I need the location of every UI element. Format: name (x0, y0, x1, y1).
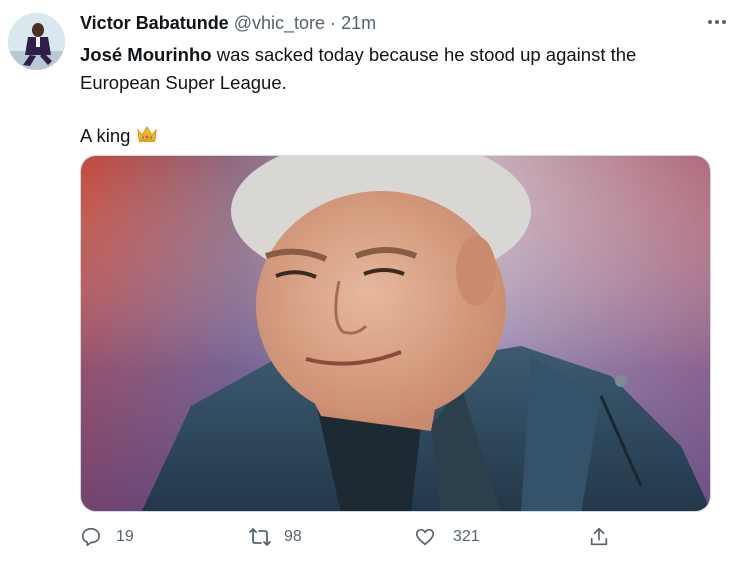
reply-button[interactable]: 19 (80, 526, 134, 548)
tweet-header: Victor Babatunde @vhic_tore · 21m (80, 11, 376, 35)
tweet-text-line-1: José Mourinho was sacked today because h… (80, 41, 720, 69)
retweet-count: 98 (284, 528, 302, 545)
tweet-text-line-3: A king (80, 122, 720, 152)
timestamp[interactable]: 21m (341, 13, 376, 33)
author-handle[interactable]: @vhic_tore (234, 13, 325, 33)
tweet-text: José Mourinho was sacked today because h… (80, 41, 720, 152)
like-count: 321 (453, 528, 480, 545)
retweet-button[interactable]: 98 (248, 526, 302, 548)
tweet-text-rest: was sacked today because he stood up aga… (211, 44, 637, 65)
tweet-text-bold: José Mourinho (80, 44, 212, 65)
crown-emoji (136, 124, 158, 152)
photo-image (81, 156, 710, 511)
tweet-text-line-2: European Super League. (80, 72, 287, 93)
like-button[interactable]: 321 (414, 526, 480, 548)
share-button[interactable] (588, 526, 610, 548)
avatar[interactable] (8, 13, 65, 70)
reply-count: 19 (116, 528, 134, 545)
heart-icon (415, 528, 435, 546)
tweet-text-a-king: A king (80, 125, 131, 146)
avatar-image (8, 13, 65, 70)
tweet-photo[interactable] (80, 155, 711, 512)
share-icon (590, 527, 608, 546)
separator-dot: · (330, 13, 337, 33)
author-name[interactable]: Victor Babatunde (80, 13, 229, 33)
more-horizontal-icon (708, 20, 726, 24)
more-options-button[interactable] (706, 11, 728, 33)
reply-icon (81, 527, 101, 547)
tweet-action-bar: 19 98 321 (80, 526, 720, 556)
retweet-icon (249, 528, 271, 546)
